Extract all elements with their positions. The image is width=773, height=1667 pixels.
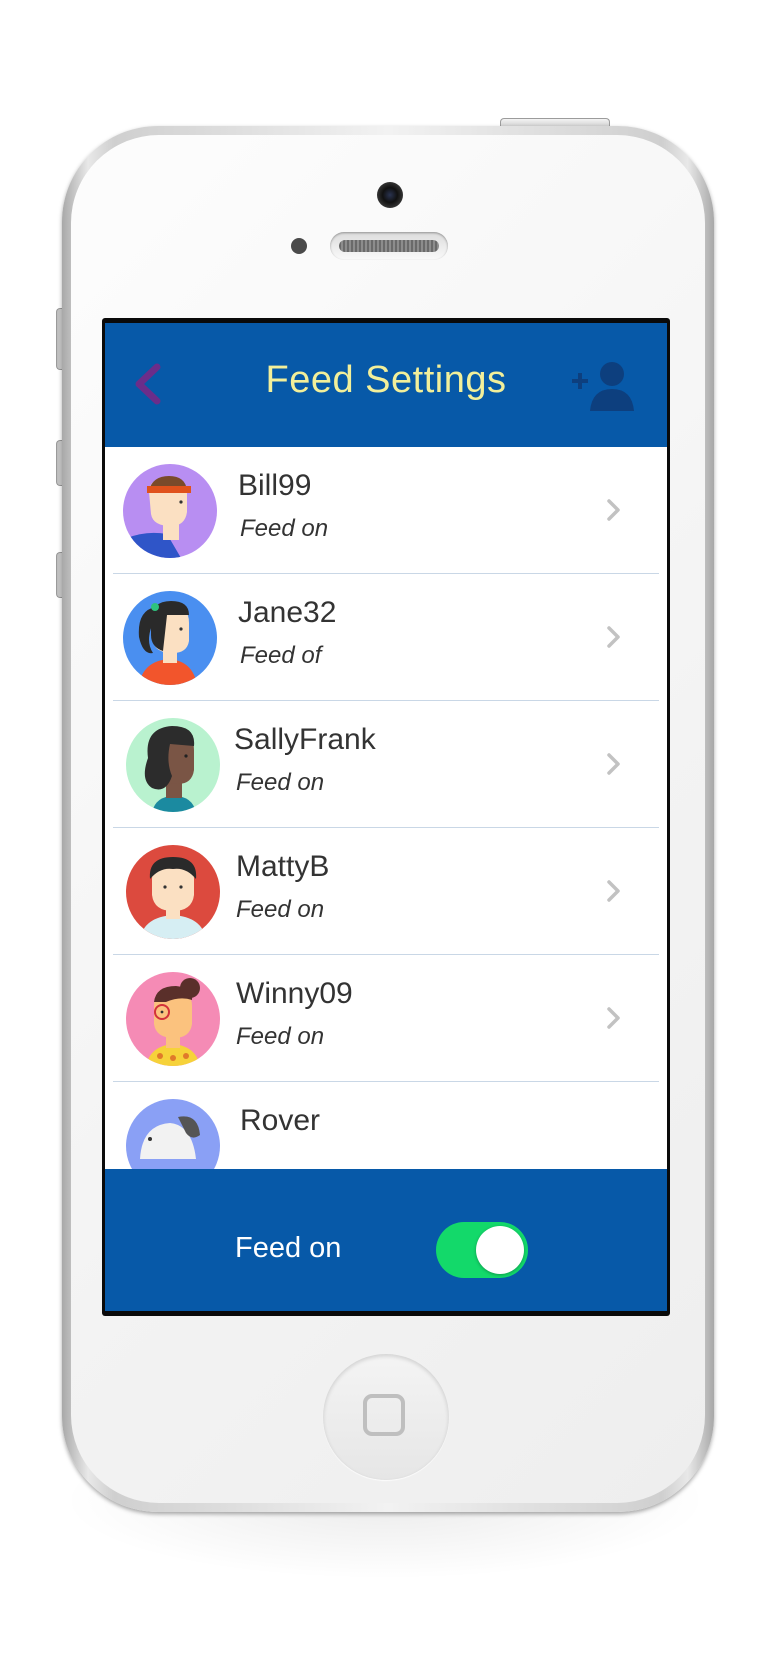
chevron-right-icon bbox=[607, 626, 620, 648]
home-button-icon bbox=[363, 1394, 405, 1436]
chevron-right-icon bbox=[607, 1007, 620, 1029]
back-button[interactable] bbox=[127, 361, 171, 407]
avatar-bill99 bbox=[123, 464, 217, 558]
add-user-button[interactable] bbox=[570, 359, 640, 413]
contact-row-mattyb[interactable]: MattyB Feed on bbox=[105, 828, 667, 955]
avatar-sallyfrank bbox=[126, 718, 220, 812]
contact-feed-status: Feed on bbox=[236, 896, 325, 923]
chevron-right-icon bbox=[607, 499, 620, 521]
front-camera-icon bbox=[377, 182, 403, 208]
avatar-winny09 bbox=[126, 972, 220, 1066]
phone-screen: Feed Settings Bill99 Feed on Jane32 Feed… bbox=[102, 318, 670, 1316]
contact-row-bill99[interactable]: Bill99 Feed on bbox=[105, 447, 667, 574]
contact-name: Bill99 bbox=[238, 469, 312, 502]
avatar-jane32 bbox=[123, 591, 217, 685]
navigation-bar: Feed Settings bbox=[105, 323, 667, 447]
chevron-right-icon bbox=[607, 753, 620, 775]
contact-row-winny09[interactable]: Winny09 Feed on bbox=[105, 955, 667, 1082]
contact-row-sallyfrank[interactable]: SallyFrank Feed on bbox=[105, 701, 667, 828]
contact-feed-status: Feed on bbox=[240, 515, 329, 542]
contact-feed-status: Feed on bbox=[236, 769, 325, 796]
contact-name: SallyFrank bbox=[234, 723, 376, 756]
proximity-sensor-icon bbox=[291, 238, 307, 254]
contact-feed-status: Feed of bbox=[240, 642, 322, 669]
earpiece-speaker-icon bbox=[330, 232, 448, 260]
contact-row-rover[interactable]: Rover bbox=[105, 1082, 667, 1169]
avatar-rover bbox=[126, 1099, 220, 1169]
add-user-icon bbox=[572, 362, 634, 411]
footer-bar: Feed on bbox=[105, 1169, 667, 1311]
contact-name: Jane32 bbox=[238, 596, 337, 629]
avatar-mattyb bbox=[126, 845, 220, 939]
contact-name: MattyB bbox=[236, 850, 330, 883]
chevron-right-icon bbox=[607, 880, 620, 902]
contact-feed-status: Feed on bbox=[236, 1023, 325, 1050]
home-button[interactable] bbox=[323, 1354, 449, 1480]
contact-name: Rover bbox=[240, 1104, 321, 1137]
feed-toggle-switch[interactable] bbox=[436, 1222, 528, 1278]
contact-row-jane32[interactable]: Jane32 Feed of bbox=[105, 574, 667, 701]
chevron-left-icon bbox=[135, 363, 161, 405]
toggle-knob bbox=[476, 1226, 524, 1274]
page-title: Feed Settings bbox=[265, 359, 507, 401]
contact-list: Bill99 Feed on Jane32 Feed of SallyFrank… bbox=[105, 447, 667, 1169]
contact-name: Winny09 bbox=[236, 977, 353, 1010]
feed-settings-app: Feed Settings Bill99 Feed on Jane32 Feed… bbox=[105, 323, 667, 1311]
feed-toggle-label: Feed on bbox=[235, 1232, 342, 1264]
